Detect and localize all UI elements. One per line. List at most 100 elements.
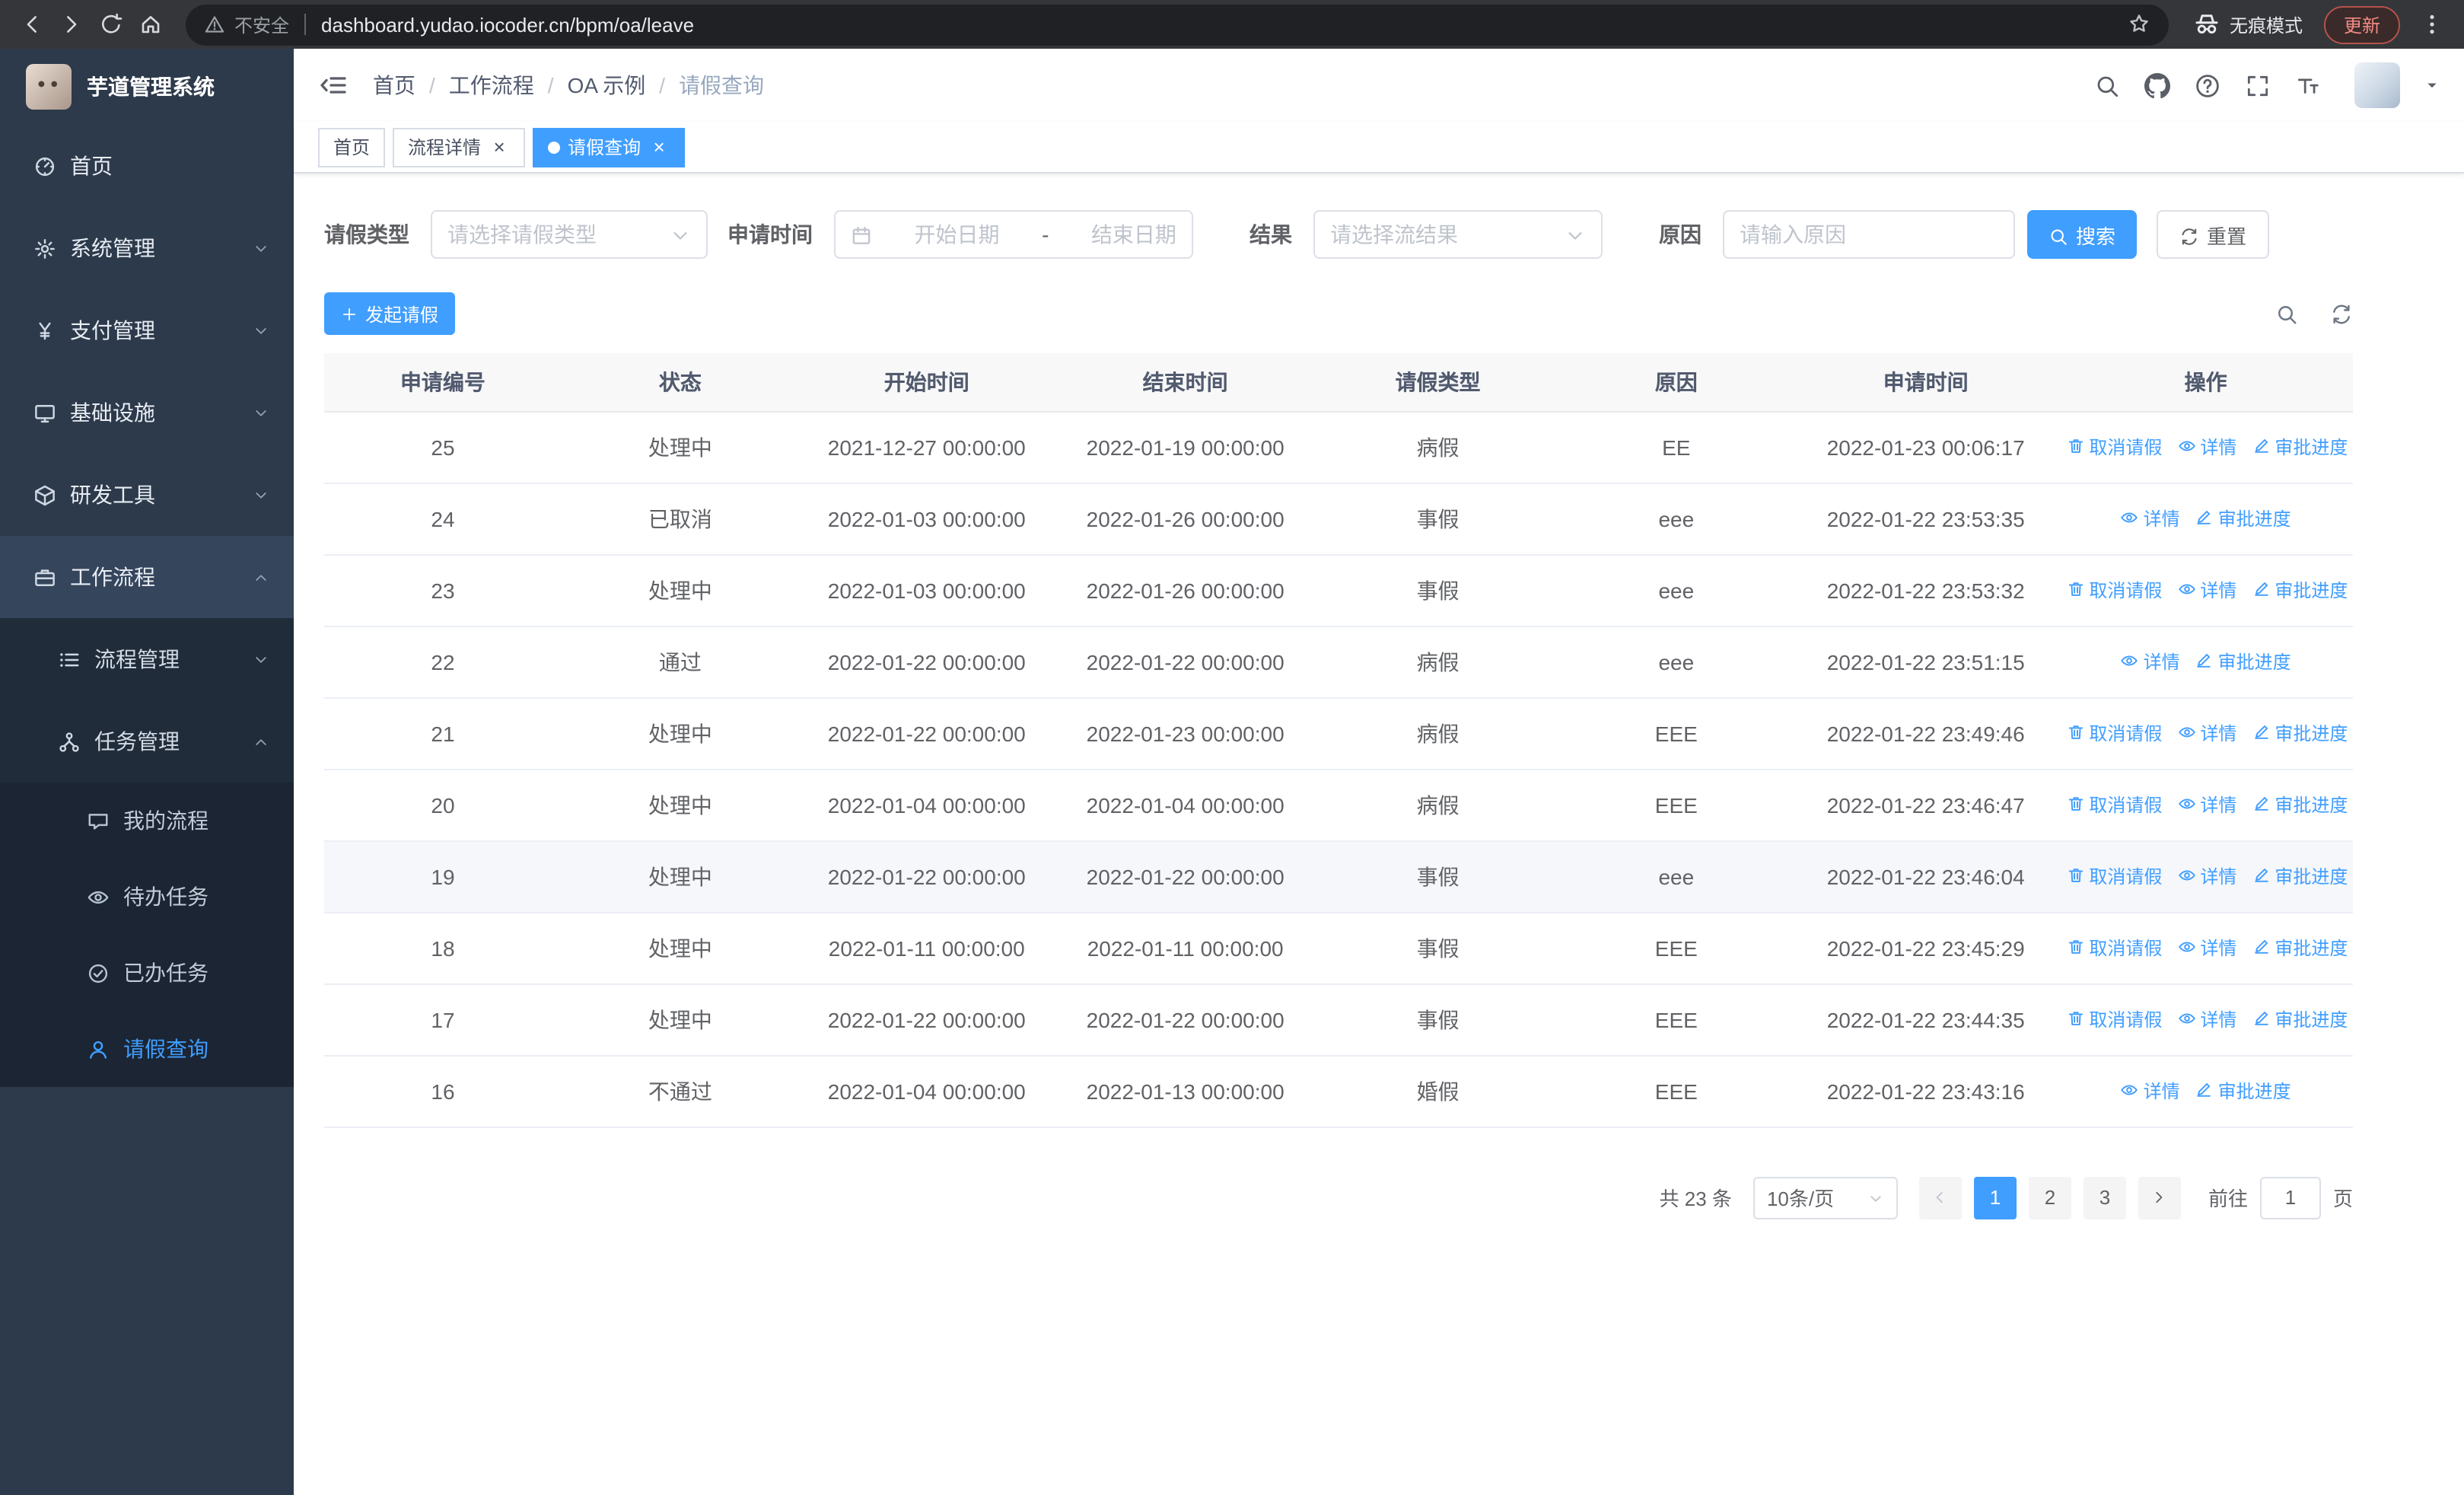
approval-progress-link[interactable]: 审批进度 bbox=[2252, 863, 2348, 889]
date-range-picker[interactable]: 开始日期 - 结束日期 bbox=[834, 210, 1193, 259]
cancel-leave-link[interactable]: 取消请假 bbox=[2066, 434, 2162, 460]
detail-link[interactable]: 详情 bbox=[2177, 720, 2236, 746]
page-1-button[interactable]: 1 bbox=[1973, 1176, 2017, 1219]
cell-status: 通过 bbox=[561, 626, 799, 698]
breadcrumb-item[interactable]: 首页 bbox=[373, 70, 415, 100]
toggle-search-button[interactable] bbox=[2275, 302, 2298, 325]
cancel-leave-link[interactable]: 取消请假 bbox=[2066, 792, 2162, 818]
sidebar-item-infrastructure[interactable]: 基础设施 bbox=[0, 371, 294, 454]
refresh-table-button[interactable] bbox=[2330, 302, 2353, 325]
sidebar-item-process-management[interactable]: 流程管理 bbox=[0, 618, 294, 700]
create-leave-button[interactable]: 发起请假 bbox=[324, 292, 456, 335]
sidebar-item-home[interactable]: 首页 bbox=[0, 125, 294, 207]
close-tab-icon[interactable]: × bbox=[489, 136, 510, 158]
approval-progress-link[interactable]: 审批进度 bbox=[2195, 649, 2291, 674]
cell-apply-time: 2022-01-22 23:49:46 bbox=[1793, 697, 2059, 770]
page-3-button[interactable]: 3 bbox=[2083, 1176, 2126, 1219]
sidebar-item-leave-query[interactable]: 请假查询 bbox=[0, 1011, 294, 1087]
approval-progress-link[interactable]: 审批进度 bbox=[2252, 1006, 2348, 1032]
breadcrumb-item[interactable]: OA 示例 bbox=[568, 70, 646, 100]
approval-progress-link[interactable]: 审批进度 bbox=[2252, 792, 2348, 818]
reset-button[interactable]: 重置 bbox=[2157, 210, 2270, 259]
cancel-leave-link[interactable]: 取消请假 bbox=[2066, 935, 2162, 961]
tab-leave-query[interactable]: 请假查询 × bbox=[533, 127, 686, 167]
column-header: 申请编号 bbox=[324, 353, 562, 412]
monitor-icon bbox=[35, 404, 55, 422]
browser-menu-button[interactable] bbox=[2412, 5, 2452, 44]
reload-icon bbox=[102, 13, 123, 33]
approval-progress-link[interactable]: 审批进度 bbox=[2195, 1078, 2291, 1104]
close-tab-icon[interactable]: × bbox=[648, 136, 670, 158]
detail-link[interactable]: 详情 bbox=[2177, 1006, 2236, 1032]
sidebar-item-task-management[interactable]: 任务管理 bbox=[0, 700, 294, 783]
reload-button[interactable] bbox=[91, 5, 131, 44]
result-select[interactable]: 请选择流结果 bbox=[1313, 210, 1603, 259]
eye-icon bbox=[88, 890, 109, 904]
reason-label: 原因 bbox=[1659, 222, 1702, 247]
sidebar-item-payment[interactable]: 支付管理 bbox=[0, 289, 294, 371]
url-bar[interactable]: 不安全 dashboard.yudao.iocoder.cn/bpm/oa/le… bbox=[186, 4, 2169, 45]
cancel-leave-link[interactable]: 取消请假 bbox=[2066, 577, 2162, 603]
sidebar-item-todo-tasks[interactable]: 待办任务 bbox=[0, 859, 294, 935]
security-warning-label[interactable]: 不安全 bbox=[234, 11, 289, 37]
cell-request-id: 19 bbox=[324, 840, 562, 913]
bookmark-star-icon[interactable] bbox=[2128, 11, 2150, 38]
back-button[interactable] bbox=[12, 5, 52, 44]
tab-home[interactable]: 首页 bbox=[318, 127, 386, 167]
approval-progress-link[interactable]: 审批进度 bbox=[2252, 720, 2348, 746]
forward-button[interactable] bbox=[52, 5, 91, 44]
cancel-leave-link[interactable]: 取消请假 bbox=[2066, 720, 2162, 746]
page-size-select[interactable]: 10条/页 bbox=[1752, 1176, 1898, 1219]
breadcrumb-item[interactable]: 工作流程 bbox=[449, 70, 534, 100]
caret-down-icon[interactable] bbox=[2424, 78, 2440, 93]
detail-link[interactable]: 详情 bbox=[2121, 505, 2180, 531]
logo[interactable]: 芋道管理系统 bbox=[0, 49, 294, 125]
cell-request-id: 24 bbox=[324, 483, 562, 555]
next-page-button[interactable] bbox=[2138, 1176, 2181, 1219]
browser-home-button[interactable] bbox=[131, 5, 170, 44]
cancel-leave-link[interactable]: 取消请假 bbox=[2066, 1006, 2162, 1032]
breadcrumb-separator: / bbox=[429, 73, 435, 97]
update-button[interactable]: 更新 bbox=[2323, 5, 2400, 43]
reason-input[interactable] bbox=[1723, 210, 2015, 259]
cell-request-id: 22 bbox=[324, 626, 562, 698]
chevron-up-icon bbox=[256, 574, 266, 580]
approval-progress-link[interactable]: 审批进度 bbox=[2252, 434, 2348, 460]
approval-progress-link[interactable]: 审批进度 bbox=[2195, 505, 2291, 531]
detail-link[interactable]: 详情 bbox=[2121, 1078, 2180, 1104]
leave-type-select[interactable]: 请选择请假类型 bbox=[431, 210, 708, 259]
search-button[interactable]: 搜索 bbox=[2027, 210, 2138, 259]
prev-page-button[interactable] bbox=[1918, 1176, 1962, 1219]
security-warning-icon[interactable] bbox=[204, 11, 225, 38]
detail-link[interactable]: 详情 bbox=[2177, 935, 2236, 961]
github-link[interactable] bbox=[2144, 72, 2170, 98]
detail-link[interactable]: 详情 bbox=[2177, 863, 2236, 889]
user-avatar[interactable] bbox=[2354, 62, 2400, 108]
dashboard-icon bbox=[35, 156, 55, 176]
url-text[interactable]: dashboard.yudao.iocoder.cn/bpm/oa/leave bbox=[321, 13, 2128, 36]
fullscreen-button[interactable] bbox=[2245, 72, 2271, 98]
view-icon bbox=[2178, 1013, 2195, 1025]
sidebar-item-done-tasks[interactable]: 已办任务 bbox=[0, 935, 294, 1011]
detail-link[interactable]: 详情 bbox=[2177, 577, 2236, 603]
cancel-leave-link[interactable]: 取消请假 bbox=[2066, 863, 2162, 889]
search-button-label: 搜索 bbox=[2076, 225, 2116, 247]
sidebar-item-workflow[interactable]: 工作流程 bbox=[0, 536, 294, 618]
approval-progress-link[interactable]: 审批进度 bbox=[2252, 935, 2348, 961]
detail-link[interactable]: 详情 bbox=[2177, 792, 2236, 818]
header-search-button[interactable] bbox=[2094, 72, 2120, 98]
tab-process-detail[interactable]: 流程详情 × bbox=[393, 127, 526, 167]
detail-link[interactable]: 详情 bbox=[2177, 434, 2236, 460]
font-size-button[interactable] bbox=[2295, 72, 2321, 98]
sidebar-item-system[interactable]: 系统管理 bbox=[0, 207, 294, 289]
cell-leave-type: 病假 bbox=[1316, 697, 1560, 770]
page-2-button[interactable]: 2 bbox=[2028, 1176, 2071, 1219]
approval-progress-link[interactable]: 审批进度 bbox=[2252, 577, 2348, 603]
collapse-sidebar-button[interactable] bbox=[318, 70, 349, 100]
goto-page-input[interactable] bbox=[2259, 1176, 2321, 1219]
column-header: 申请时间 bbox=[1793, 353, 2059, 412]
help-button[interactable] bbox=[2195, 72, 2220, 98]
sidebar-item-my-process[interactable]: 我的流程 bbox=[0, 783, 294, 859]
detail-link[interactable]: 详情 bbox=[2121, 649, 2180, 674]
sidebar-item-devtools[interactable]: 研发工具 bbox=[0, 454, 294, 536]
